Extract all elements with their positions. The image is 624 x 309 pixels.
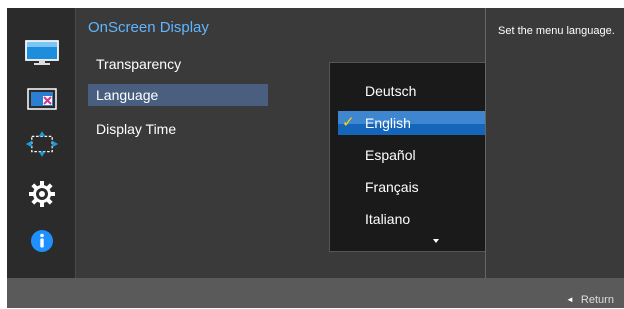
color-icon[interactable]	[25, 86, 59, 114]
left-arrow-icon: ◄	[566, 295, 574, 304]
return-label: Return	[580, 294, 614, 306]
category-icon-bar	[7, 8, 75, 278]
footer-bar: ◄ Return	[7, 278, 624, 308]
help-panel: Set the menu language.	[485, 8, 624, 278]
chevron-down-icon[interactable]	[433, 239, 439, 243]
menu-item-display-time[interactable]: Display Time	[88, 118, 248, 140]
return-button[interactable]: ◄ Return	[566, 294, 614, 306]
language-option-label: English	[365, 115, 411, 131]
menu-title: OnScreen Display	[88, 19, 209, 36]
menu-item-language[interactable]: Language	[88, 84, 268, 106]
size-position-icon[interactable]	[25, 130, 59, 158]
check-icon: ✓	[342, 114, 355, 131]
help-text: Set the menu language.	[498, 25, 615, 37]
osd-window: OnScreen Display Transparency Language D…	[7, 8, 624, 308]
gear-icon[interactable]	[25, 180, 59, 208]
osd-menu-panel: OnScreen Display Transparency Language D…	[75, 8, 555, 278]
menu-item-transparency[interactable]: Transparency	[88, 53, 248, 75]
picture-icon[interactable]	[25, 39, 59, 67]
info-icon[interactable]	[25, 227, 59, 255]
